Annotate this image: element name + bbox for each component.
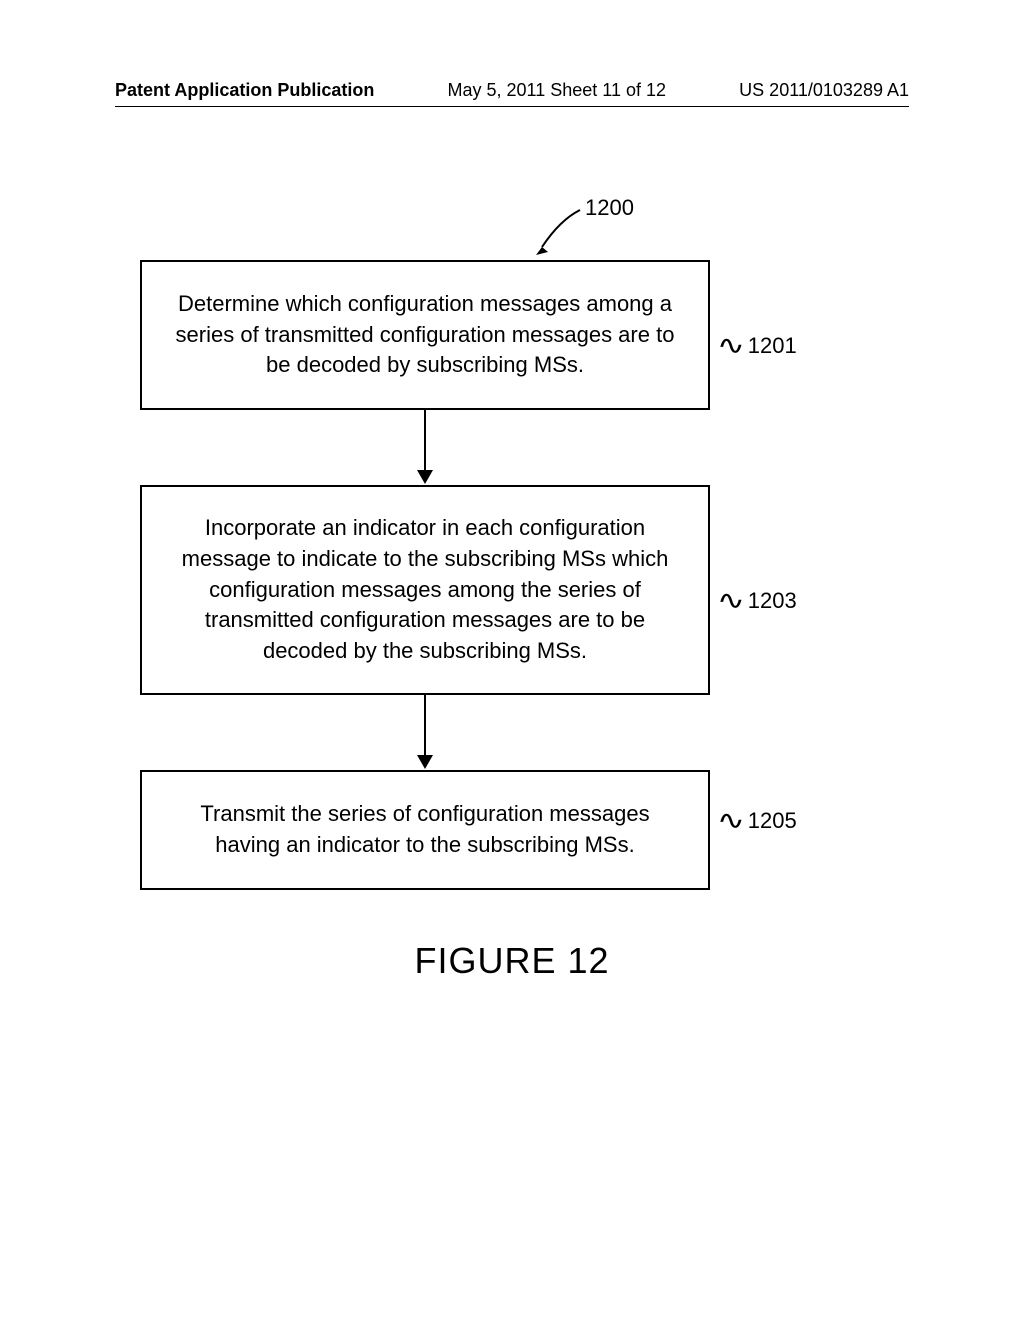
- connector-line: [424, 695, 426, 760]
- tilde-icon: ∿: [717, 330, 745, 361]
- flowchart-box-3: Transmit the series of configuration mes…: [140, 770, 710, 890]
- connector-2-3: [140, 695, 710, 770]
- connector-1-2: [140, 410, 710, 485]
- flowchart-diagram: 1200 Determine which configuration messa…: [140, 230, 860, 890]
- connector-line: [424, 410, 426, 475]
- ref-1201-text: 1201: [748, 333, 797, 359]
- ref-label-1201: ∿ 1201: [720, 330, 797, 361]
- ref-label-1203: ∿ 1203: [720, 585, 797, 616]
- box-3-text: Transmit the series of configuration mes…: [172, 799, 678, 861]
- header-center: May 5, 2011 Sheet 11 of 12: [448, 80, 667, 101]
- header-left: Patent Application Publication: [115, 80, 374, 101]
- box-2-text: Incorporate an indicator in each configu…: [172, 513, 678, 667]
- ref-label-1205: ∿ 1205: [720, 805, 797, 836]
- arrow-down-icon: [417, 470, 433, 484]
- box-1-text: Determine which configuration messages a…: [172, 289, 678, 381]
- tilde-icon: ∿: [717, 805, 745, 836]
- page-header: Patent Application Publication May 5, 20…: [0, 80, 1024, 101]
- ref-label-main: 1200: [585, 195, 634, 221]
- ref-1203-text: 1203: [748, 588, 797, 614]
- figure-caption: FIGURE 12: [0, 940, 1024, 982]
- header-divider: [115, 106, 909, 107]
- flowchart-box-1: Determine which configuration messages a…: [140, 260, 710, 410]
- ref-pointer-arrow: [530, 205, 590, 265]
- tilde-icon: ∿: [717, 585, 745, 616]
- flowchart-box-2: Incorporate an indicator in each configu…: [140, 485, 710, 695]
- arrow-down-icon: [417, 755, 433, 769]
- header-right: US 2011/0103289 A1: [739, 80, 909, 101]
- ref-1205-text: 1205: [748, 808, 797, 834]
